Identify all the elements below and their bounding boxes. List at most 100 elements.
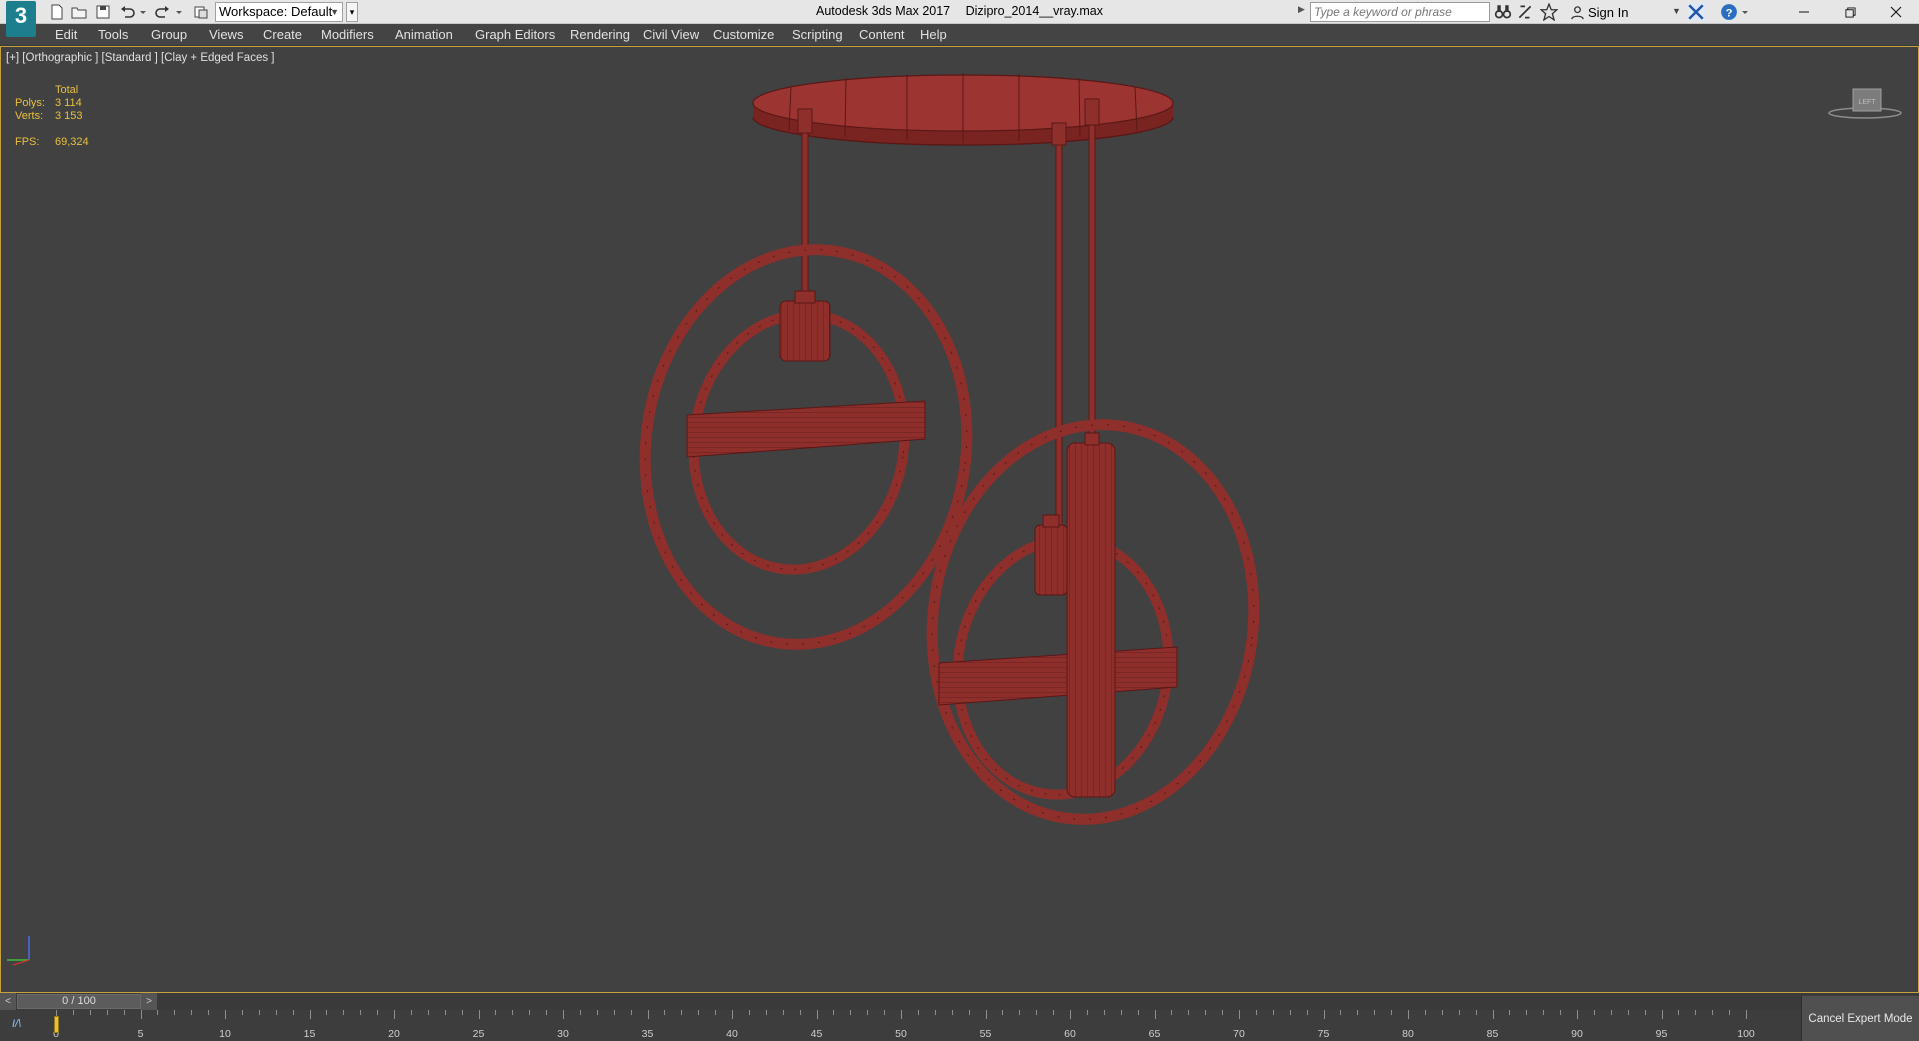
svg-text:?: ? (1726, 8, 1733, 20)
frame-tick (1475, 1010, 1477, 1015)
frame-tick (1222, 1010, 1224, 1015)
stats-header: Total (55, 84, 79, 96)
frame-tick (579, 1010, 581, 1015)
ceiling-canopy (752, 73, 1174, 146)
frame-tick (1712, 1010, 1714, 1015)
subscription-icon[interactable] (1516, 3, 1534, 21)
frame-tick (1374, 1010, 1376, 1015)
redo-dropdown-icon[interactable] (174, 3, 184, 21)
frame-tick (1526, 1010, 1528, 1015)
favorites-star-icon[interactable] (1540, 3, 1558, 21)
binoculars-icon[interactable] (1494, 3, 1512, 21)
frame-tick (1086, 1010, 1088, 1015)
frame-tick (1137, 1010, 1139, 1015)
frame-tick-label: 10 (219, 1028, 231, 1040)
app-logo[interactable]: 3 (6, 1, 36, 37)
frame-tick (1746, 1010, 1747, 1019)
track-bar[interactable]: I/\ 0 5 10 15 20 25 30 35 40 45 50 55 60 65 70 75 80 85 90… (0, 1010, 1919, 1041)
frame-tick (461, 1010, 463, 1015)
menu-edit[interactable]: Edit (55, 24, 77, 46)
frame-tick (529, 1010, 531, 1015)
menu-group[interactable]: Group (151, 24, 187, 46)
frame-tick (934, 1010, 936, 1015)
save-file-icon[interactable] (94, 3, 112, 21)
undo-dropdown-icon[interactable] (138, 3, 148, 21)
new-file-icon[interactable] (48, 3, 66, 21)
menu-customize[interactable]: Customize (713, 24, 774, 46)
frame-tick (1188, 1010, 1190, 1015)
axis-tripod-icon (7, 936, 30, 966)
viewcube-icon[interactable]: LEFT (1827, 83, 1903, 123)
menu-modifiers[interactable]: Modifiers (321, 24, 374, 46)
frame-tick (1610, 1010, 1612, 1015)
frame-tick (1289, 1010, 1291, 1015)
workspace-menu-button[interactable]: ▾ (346, 2, 358, 22)
undo-icon[interactable] (118, 3, 136, 21)
menu-graph-editors[interactable]: Graph Editors (475, 24, 555, 46)
track-ruler[interactable]: 0 5 10 15 20 25 30 35 40 45 50 55 60 65 70 75 80 85 90 95 10… (53, 1010, 1755, 1041)
frame-tick (1492, 1010, 1494, 1019)
menu-civil-view[interactable]: Civil View (643, 24, 699, 46)
menu-views[interactable]: Views (209, 24, 243, 46)
current-frame-marker[interactable] (54, 1016, 59, 1033)
close-button[interactable] (1873, 0, 1919, 24)
time-slider-thumb[interactable]: 0 / 100 (17, 994, 141, 1009)
next-frame-button[interactable]: > (141, 993, 157, 1010)
previous-frame-button[interactable]: < (0, 993, 16, 1010)
curve-editor-icon[interactable]: I/\ (12, 1018, 21, 1030)
cancel-expert-mode-button[interactable]: Cancel Expert Mode (1801, 996, 1919, 1041)
exchange-apps-icon[interactable] (1687, 3, 1705, 21)
sign-in-button[interactable]: Sign In (1570, 3, 1628, 21)
menu-help[interactable]: Help (920, 24, 947, 46)
scene-model[interactable] (1, 47, 1918, 992)
frame-tick (258, 1010, 260, 1015)
frame-tick (140, 1010, 142, 1019)
frame-tick-label: 15 (303, 1028, 316, 1040)
frame-tick (563, 1010, 564, 1019)
frame-tick-label: 70 (1233, 1028, 1245, 1040)
help-icon[interactable]: ? (1720, 3, 1738, 21)
menu-scripting[interactable]: Scripting (792, 24, 843, 46)
file-name: Dizipro_2014__vray.max (965, 4, 1103, 18)
frame-tick (867, 1010, 869, 1015)
project-folder-icon[interactable] (192, 3, 210, 21)
frame-tick (765, 1010, 767, 1015)
menu-content[interactable]: Content (859, 24, 905, 46)
workspace-select-label: Workspace: Default (219, 4, 333, 19)
frame-tick (410, 1010, 412, 1015)
sign-in-label: Sign In (1588, 4, 1629, 20)
frame-tick (1627, 1010, 1629, 1015)
menu-tools[interactable]: Tools (98, 24, 128, 46)
minimize-button[interactable] (1781, 0, 1827, 24)
menu-rendering[interactable]: Rendering (570, 24, 630, 46)
frame-tick (444, 1010, 446, 1015)
frame-tick (208, 1010, 210, 1015)
menu-create[interactable]: Create (263, 24, 302, 46)
viewport-label[interactable]: [+] [Orthographic ] [Standard ] [Clay + … (6, 52, 274, 64)
orthographic-viewport[interactable]: [+] [Orthographic ] [Standard ] [Clay + … (0, 46, 1919, 993)
frame-tick-label: 85 (1486, 1028, 1499, 1040)
search-input[interactable]: Type a keyword or phrase (1310, 2, 1490, 22)
verts-label: Verts: (15, 110, 44, 122)
workspace-select[interactable]: Workspace: Default ▼ (215, 2, 343, 22)
frame-tick (309, 1010, 311, 1019)
chevron-down-icon: ▼ (330, 7, 339, 17)
menu-animation[interactable]: Animation (395, 24, 453, 46)
open-file-icon[interactable] (70, 3, 88, 21)
sign-in-dropdown-icon[interactable]: ▼ (1672, 6, 1681, 16)
frame-tick (1661, 1010, 1663, 1019)
frame-tick (326, 1010, 328, 1015)
frame-tick (157, 1010, 159, 1015)
menu-bar: Edit Tools Group Views Create Modifiers … (0, 24, 1919, 46)
restore-button[interactable] (1827, 0, 1873, 24)
frame-tick-label: 75 (1317, 1028, 1330, 1040)
frame-tick-label: 30 (557, 1028, 569, 1040)
time-slider[interactable]: < 0 / 100 > (0, 993, 1919, 1010)
frame-tick (512, 1010, 514, 1015)
search-expand-icon[interactable]: ▶ (1298, 4, 1305, 15)
redo-icon[interactable] (154, 3, 172, 21)
frame-tick (1154, 1010, 1156, 1019)
help-dropdown-icon[interactable] (1740, 3, 1750, 21)
frame-tick (681, 1010, 683, 1015)
frame-tick (1002, 1010, 1004, 1015)
